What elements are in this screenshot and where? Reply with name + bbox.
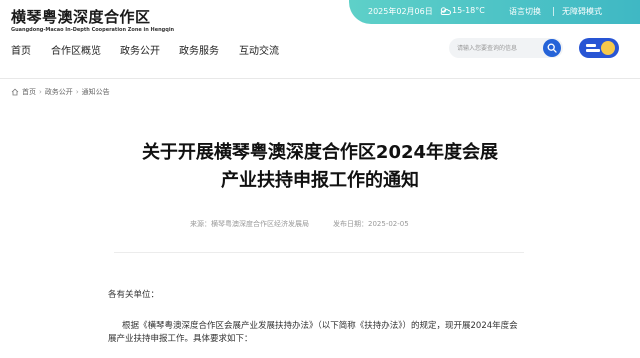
article-body-line: 根据《横琴粤澳深度合作区会展产业发展扶持办法》（以下简称《扶持办法》）的规定，现… [122, 321, 518, 331]
breadcrumb-gov-affairs[interactable]: 政务公开 [45, 87, 73, 97]
nav-item-interaction[interactable]: 互动交流 [239, 42, 279, 57]
site-logo-english: Guangdong-Macao In-Depth Cooperation Zon… [11, 27, 175, 33]
breadcrumb-notices[interactable]: 通知公告 [82, 87, 110, 97]
nav-item-overview[interactable]: 合作区概览 [51, 42, 101, 57]
article-body-line: 展产业扶持申报工作。具体要求如下： [108, 334, 253, 344]
site-header: 横琴粤澳深度合作区 Guangdong-Macao In-Depth Coope… [0, 0, 640, 78]
toggle-line-icon [586, 44, 596, 47]
top-info-bar: 2025年02月06日 15-18°C 语言切换 无障碍模式 [349, 0, 640, 24]
theme-toggle-switch[interactable] [579, 38, 619, 58]
nav-item-government-affairs[interactable]: 政务公开 [120, 42, 160, 57]
language-switch-link[interactable]: 语言切换 [509, 6, 541, 17]
breadcrumb: 首页 › 政务公开 › 通知公告 [11, 87, 110, 97]
topbar-separator [553, 7, 554, 16]
breadcrumb-arrow-icon: › [39, 88, 42, 96]
toggle-knob [601, 41, 615, 55]
article-title-line: 关于开展横琴粤澳深度合作区2024年度会展 [141, 142, 499, 163]
article-meta: 来源：横琴粤澳深度合作区经济发展局 发布日期：2025-02-05 [190, 219, 409, 229]
toggle-line-icon [586, 49, 600, 52]
header-divider [0, 78, 640, 79]
article-title-line: 产业扶持申报工作的通知 [221, 170, 419, 191]
search-box[interactable]: 请输入您要查询的信息 [449, 38, 563, 58]
article-publish-date: 发布日期：2025-02-05 [333, 220, 409, 228]
home-icon [11, 88, 19, 96]
article-source: 来源：横琴粤澳深度合作区经济发展局 [190, 220, 309, 228]
nav-item-home[interactable]: 首页 [11, 42, 31, 57]
search-icon [547, 43, 557, 53]
current-date: 2025年02月06日 [368, 7, 433, 16]
weather-temperature: 15-18°C [452, 6, 485, 15]
article-salutation: 各有关单位： [108, 290, 160, 300]
breadcrumb-arrow-icon: › [75, 88, 79, 96]
meta-divider [114, 252, 524, 253]
nav-item-government-services[interactable]: 政务服务 [179, 42, 219, 57]
weather-cloud-icon [440, 7, 451, 15]
accessibility-mode-link[interactable]: 无障碍模式 [562, 6, 602, 17]
search-button[interactable] [543, 39, 561, 57]
site-logo-name[interactable]: 横琴粤澳深度合作区 [11, 6, 151, 27]
article-title: 关于开展横琴粤澳深度合作区2024年度会展 产业扶持申报工作的通知 [90, 139, 550, 195]
search-input[interactable]: 请输入您要查询的信息 [457, 43, 517, 52]
breadcrumb-home[interactable]: 首页 [22, 87, 36, 97]
